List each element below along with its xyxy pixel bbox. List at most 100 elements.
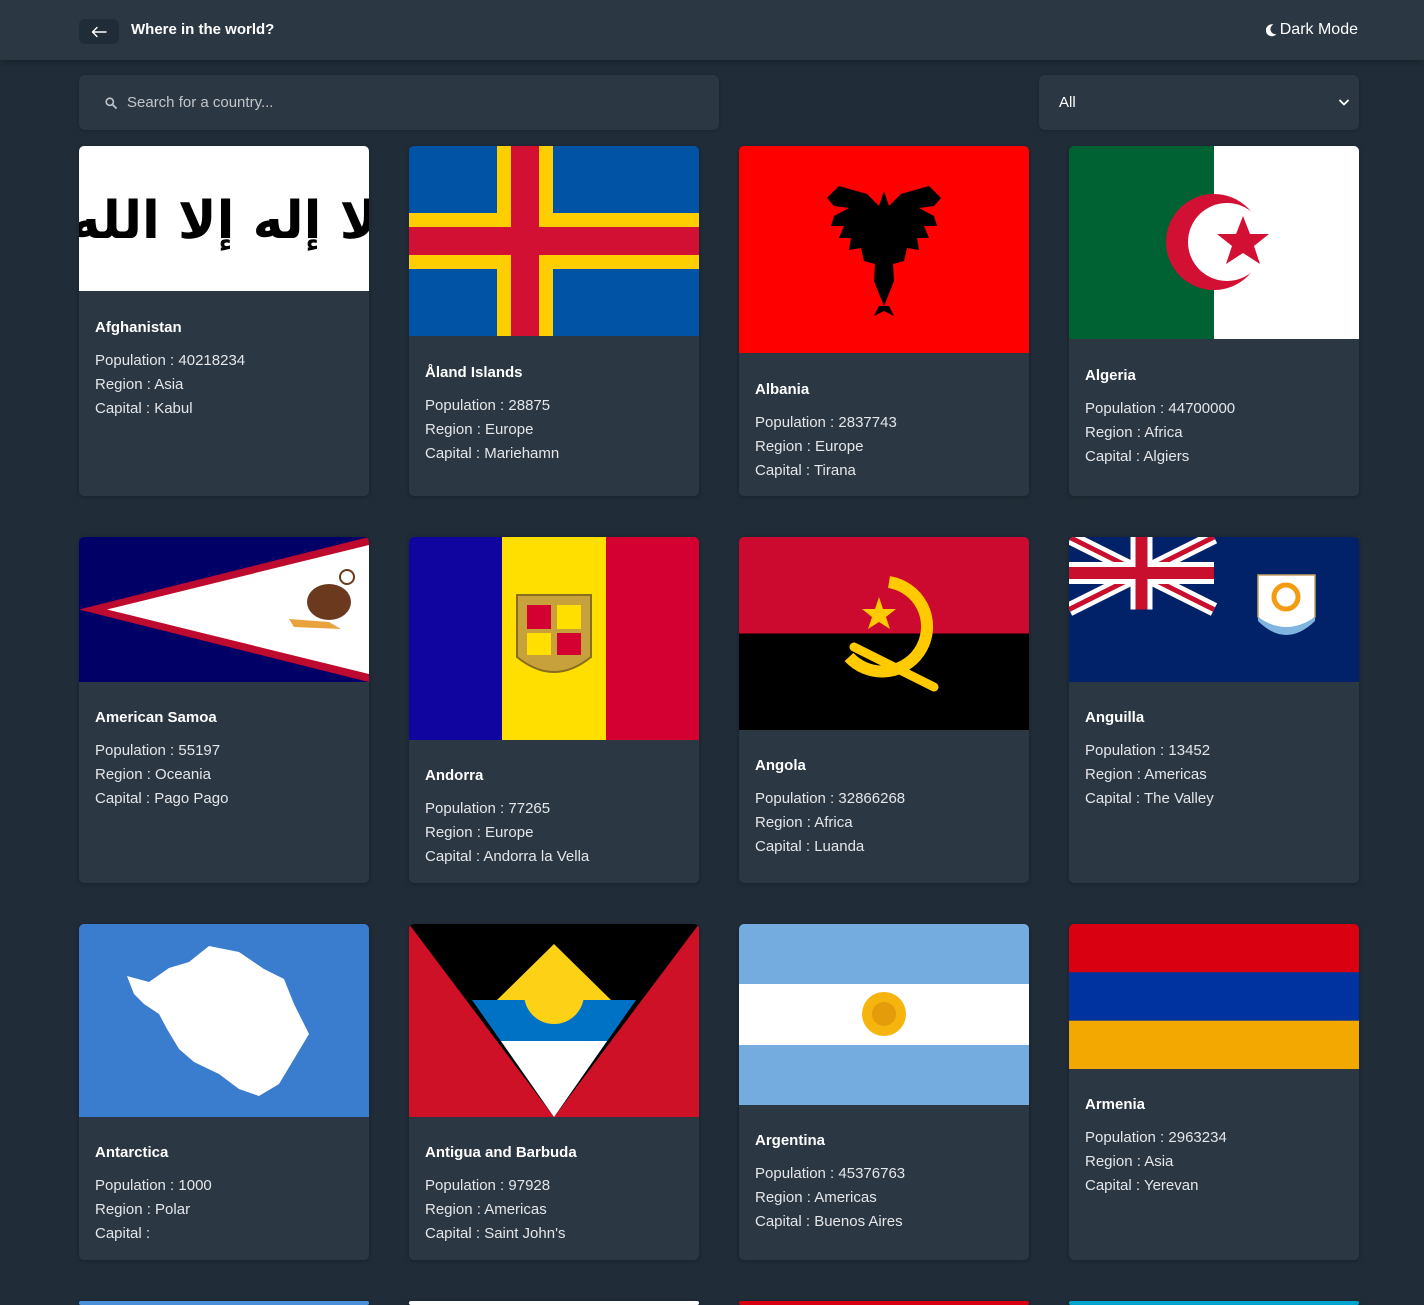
search-box: [79, 75, 719, 130]
country-card-partial[interactable]: [79, 1301, 369, 1305]
region-filter-select[interactable]: All: [1039, 75, 1359, 130]
country-card[interactable]: Argentina Population : 45376763 Region :…: [739, 924, 1029, 1260]
country-name: American Samoa: [95, 709, 217, 726]
country-card[interactable]: Anguilla Population : 13452 Region : Ame…: [1069, 537, 1359, 883]
capital-value: Mariehamn: [484, 445, 560, 462]
region-value: Africa: [814, 814, 853, 831]
region-label: Region :: [1085, 1153, 1145, 1170]
dark-mode-label: Dark Mode: [1279, 21, 1358, 38]
country-card[interactable]: Andorra Population : 77265 Region : Euro…: [409, 537, 699, 883]
population-value: 77265: [508, 800, 551, 817]
population-value: 28875: [508, 397, 551, 414]
population-label: Population :: [755, 414, 839, 431]
population-label: Population :: [95, 352, 179, 369]
region-label: Region :: [425, 824, 486, 841]
country-card[interactable]: Åland Islands Population : 28875 Region …: [409, 146, 699, 496]
population-value: 55197: [178, 742, 221, 759]
country-card[interactable]: Armenia Population : 2963234 Region : As…: [1069, 924, 1359, 1260]
region-label: Region :: [755, 1189, 815, 1206]
region-value: Americas: [814, 1189, 877, 1206]
anguilla-flag: [1069, 537, 1359, 682]
population-label: Population :: [755, 1165, 839, 1182]
capital-label: Capital :: [95, 400, 155, 417]
country-name: Albania: [755, 381, 810, 398]
country-name: Armenia: [1085, 1096, 1146, 1113]
dark-mode-toggle[interactable]: Dark Mode: [1265, 21, 1358, 39]
capital-label: Capital :: [95, 790, 155, 807]
armenia-flag: [1069, 924, 1359, 1069]
antarctica-flag: [79, 924, 369, 1117]
region-label: Region :: [1085, 766, 1145, 783]
region-value: Asia: [1144, 1153, 1174, 1170]
top-navbar: Where in the world? Dark Mode: [0, 0, 1424, 60]
algeria-flag: [1069, 146, 1359, 339]
population-label: Population :: [1085, 1129, 1169, 1146]
region-label: Region :: [755, 438, 816, 455]
population-label: Population :: [95, 1177, 179, 1194]
population-label: Population :: [755, 790, 839, 807]
back-button[interactable]: [79, 19, 119, 44]
region-filter-value: All: [1059, 94, 1076, 111]
region-value: Polar: [155, 1201, 191, 1218]
region-value: Asia: [154, 376, 184, 393]
afghanistan-flag: لا إله إلا الله: [79, 146, 369, 291]
search-input[interactable]: [125, 93, 689, 112]
svg-text:لا إله إلا الله: لا إله إلا الله: [79, 191, 369, 251]
moon-icon: [1265, 23, 1277, 36]
population-value: 13452: [1168, 742, 1211, 759]
region-label: Region :: [755, 814, 815, 831]
capital-label: Capital :: [1085, 1177, 1144, 1194]
population-value: 1000: [178, 1177, 212, 1194]
population-label: Population :: [425, 1177, 509, 1194]
region-label: Region :: [1085, 424, 1145, 441]
capital-label: Capital :: [755, 838, 815, 855]
population-value: 45376763: [838, 1165, 906, 1182]
country-card-partial[interactable]: [409, 1301, 699, 1305]
capital-label: Capital :: [1085, 790, 1144, 807]
capital-label: Capital :: [425, 1225, 485, 1242]
country-card-partial[interactable]: [1069, 1301, 1359, 1305]
region-label: Region :: [425, 421, 486, 438]
country-card[interactable]: Algeria Population : 44700000 Region : A…: [1069, 146, 1359, 496]
population-label: Population :: [95, 742, 179, 759]
country-name: Algeria: [1085, 367, 1136, 384]
region-label: Region :: [425, 1201, 485, 1218]
app-title: Where in the world?: [131, 21, 275, 38]
capital-value: Andorra la Vella: [483, 848, 590, 865]
country-name: Argentina: [755, 1132, 826, 1149]
capital-label: Capital :: [425, 445, 485, 462]
capital-value: Pago Pago: [154, 790, 229, 807]
population-label: Population :: [1085, 400, 1169, 417]
capital-label: Capital :: [755, 1213, 815, 1230]
argentina-flag: [739, 924, 1029, 1105]
country-name: Afghanistan: [95, 319, 182, 336]
american-samoa-flag: [79, 537, 369, 682]
region-label: Region :: [95, 766, 156, 783]
capital-value: Tirana: [813, 462, 856, 479]
capital-value: Yerevan: [1143, 1177, 1199, 1194]
capital-label: Capital :: [95, 1225, 151, 1242]
population-value: 97928: [508, 1177, 551, 1194]
country-card-partial[interactable]: [739, 1301, 1029, 1305]
capital-value: Saint John's: [484, 1225, 566, 1242]
capital-value: Algiers: [1143, 448, 1190, 465]
country-card[interactable]: Albania Population : 2837743 Region : Eu…: [739, 146, 1029, 496]
population-value: 2963234: [1168, 1129, 1227, 1146]
albania-flag: [739, 146, 1029, 353]
angola-flag: [739, 537, 1029, 730]
country-card[interactable]: Angola Population : 32866268 Region : Af…: [739, 537, 1029, 883]
region-value: Europe: [815, 438, 864, 455]
country-card[interactable]: لا إله إلا الله Afghanistan Population :…: [79, 146, 369, 496]
population-label: Population :: [425, 800, 509, 817]
country-card[interactable]: American Samoa Population : 55197 Region…: [79, 537, 369, 883]
capital-value: The Valley: [1143, 790, 1214, 807]
antigua-flag: [409, 924, 699, 1117]
country-name: Angola: [755, 757, 806, 774]
capital-label: Capital :: [425, 848, 484, 865]
aland-flag: [409, 146, 699, 336]
country-card[interactable]: Antarctica Population : 1000 Region : Po…: [79, 924, 369, 1260]
region-value: Americas: [484, 1201, 547, 1218]
capital-value: Kabul: [154, 400, 193, 417]
country-card[interactable]: Antigua and Barbuda Population : 97928 R…: [409, 924, 699, 1260]
andorra-flag: [409, 537, 699, 740]
